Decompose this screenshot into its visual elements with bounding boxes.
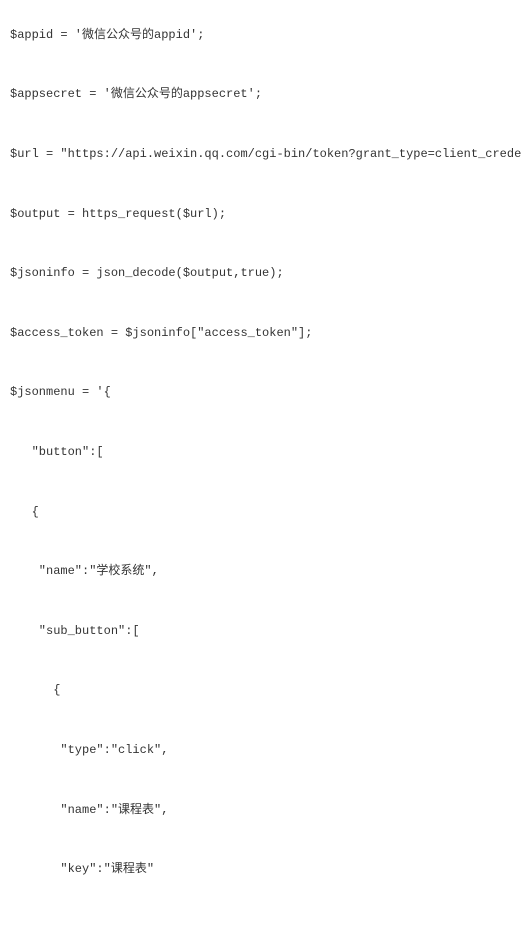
code-line: $jsonmenu = '{ bbox=[10, 384, 511, 401]
code-line: "type":"click", bbox=[10, 742, 511, 759]
code-block: $appid = '微信公众号的appid'; $appsecret = '微信… bbox=[10, 10, 511, 921]
code-line: "name":"课程表", bbox=[10, 802, 511, 819]
code-line: "button":[ bbox=[10, 444, 511, 461]
code-line: "name":"学校系统", bbox=[10, 563, 511, 580]
code-line: $appid = '微信公众号的appid'; bbox=[10, 27, 511, 44]
code-line: { bbox=[10, 504, 511, 521]
code-line: $appsecret = '微信公众号的appsecret'; bbox=[10, 86, 511, 103]
code-line: "sub_button":[ bbox=[10, 623, 511, 640]
code-line: { bbox=[10, 682, 511, 699]
code-line: "key":"课程表" bbox=[10, 861, 511, 878]
code-line: $jsoninfo = json_decode($output,true); bbox=[10, 265, 511, 282]
code-line: $output = https_request($url); bbox=[10, 206, 511, 223]
code-line: $access_token = $jsoninfo["access_token"… bbox=[10, 325, 511, 342]
code-line: $url = "https://api.weixin.qq.com/cgi-bi… bbox=[10, 146, 511, 163]
